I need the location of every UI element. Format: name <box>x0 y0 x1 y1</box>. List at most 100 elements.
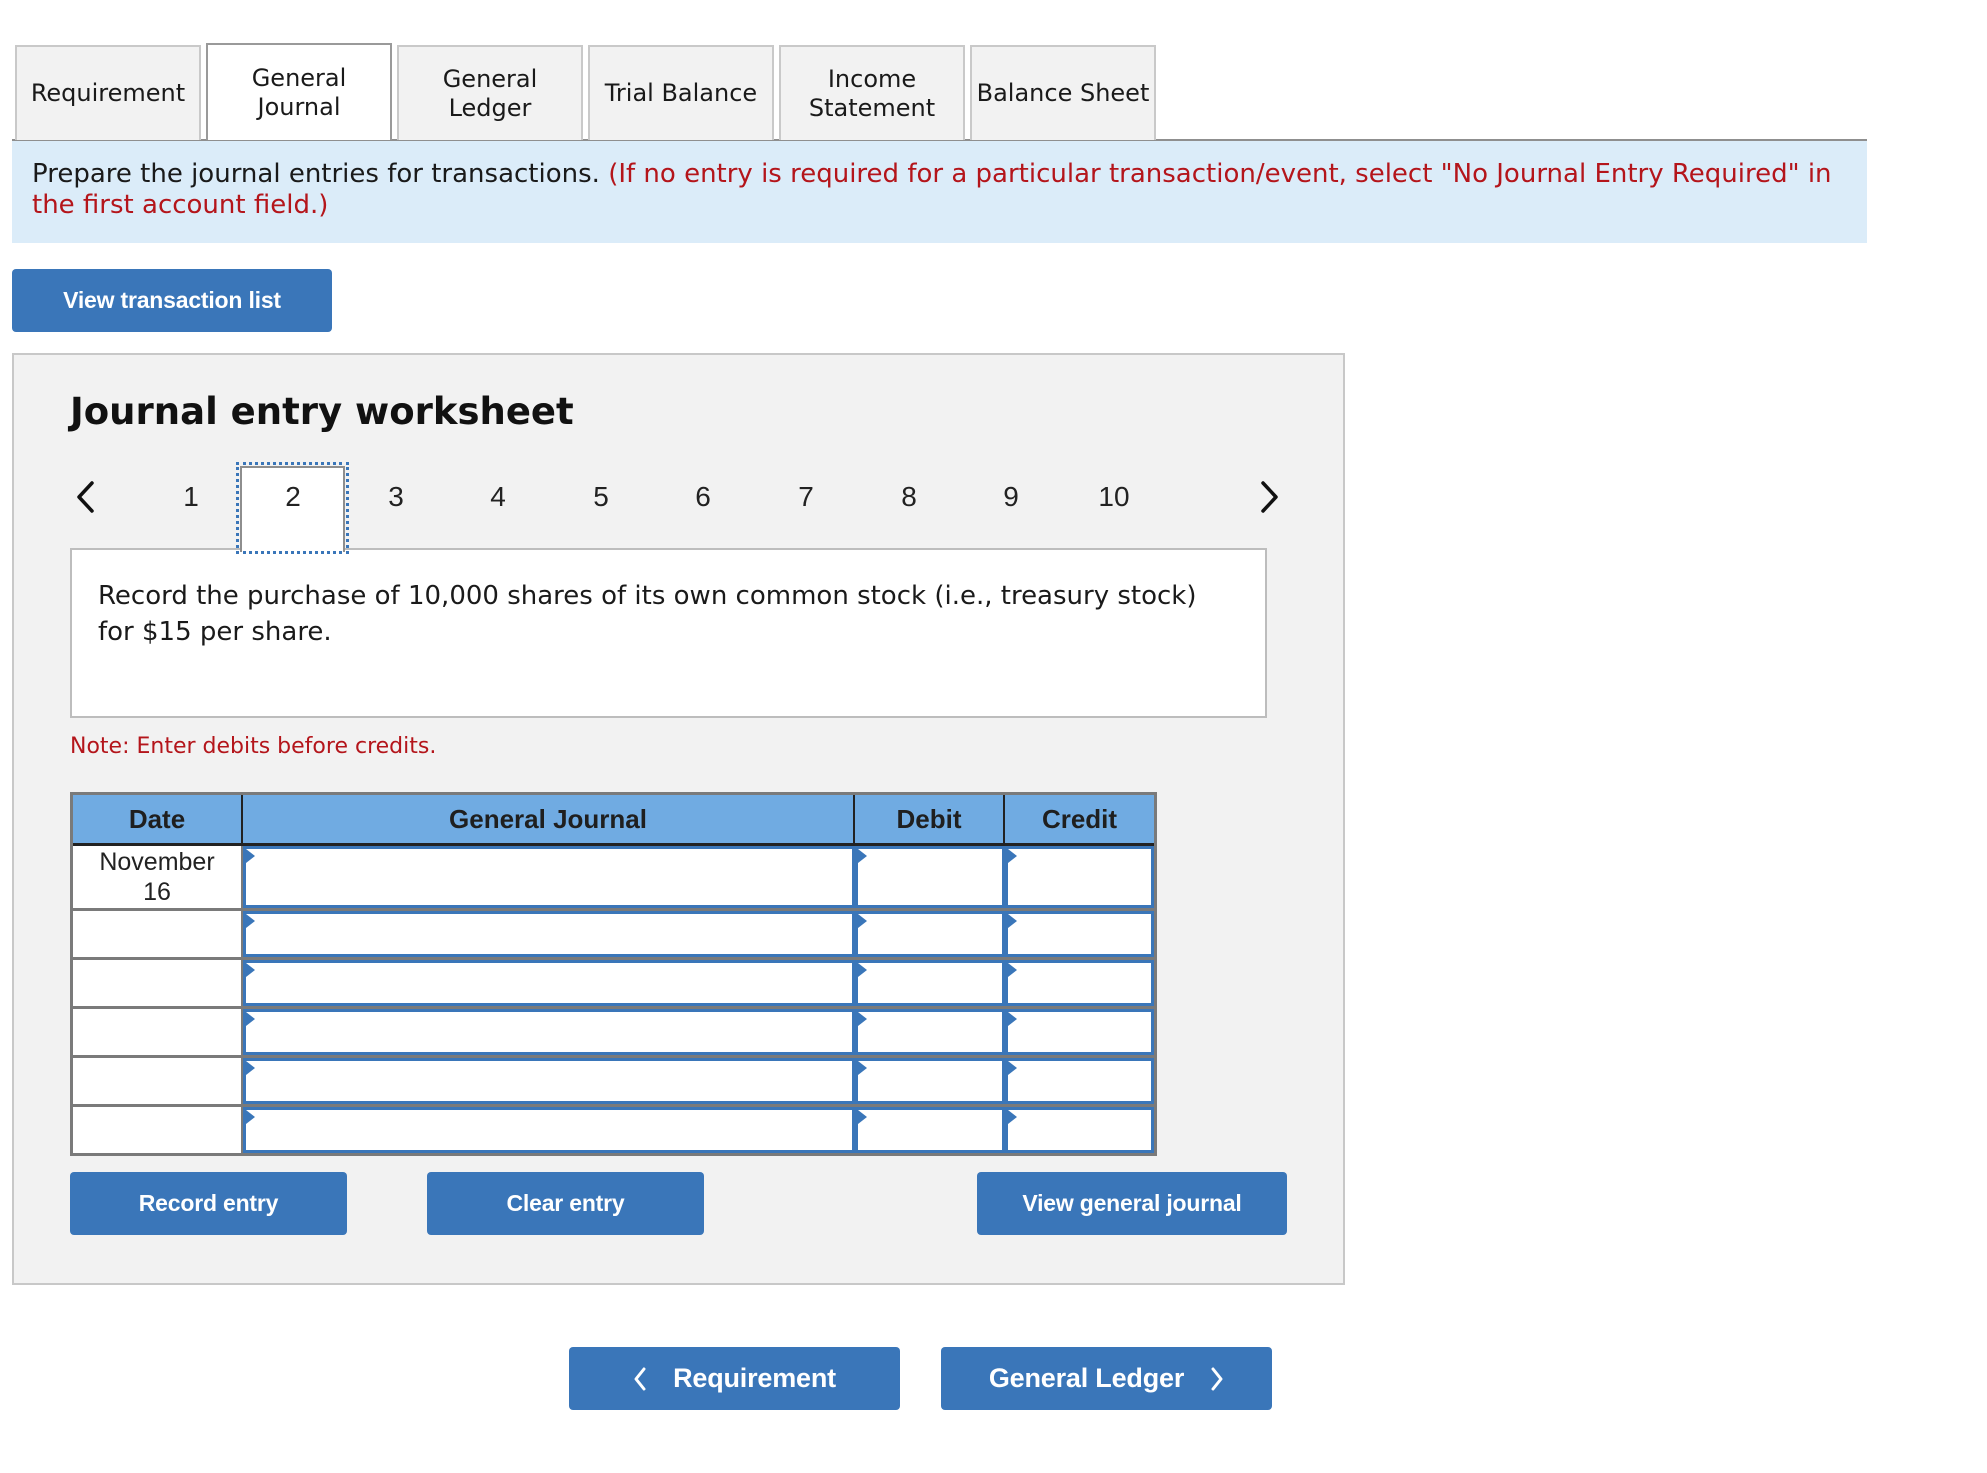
view-general-journal-button[interactable]: View general journal <box>977 1172 1287 1235</box>
prev-requirement-button[interactable]: Requirement <box>569 1347 900 1410</box>
table-row <box>73 1055 1154 1104</box>
tab-label: General Ledger <box>442 64 538 122</box>
tab-label: Income Statement <box>808 64 936 122</box>
date-cell: November 16 <box>73 846 243 908</box>
dropdown-indicator-icon <box>858 914 867 928</box>
account-input[interactable] <box>246 1110 852 1150</box>
account-input-cell <box>243 1058 855 1104</box>
tab-general-ledger[interactable]: General Ledger <box>397 45 583 140</box>
table-row <box>73 957 1154 1006</box>
dropdown-indicator-icon <box>246 849 255 863</box>
dropdown-indicator-icon <box>858 849 867 863</box>
dropdown-indicator-icon <box>1008 1012 1017 1026</box>
record-entry-button[interactable]: Record entry <box>70 1172 347 1235</box>
clear-entry-button[interactable]: Clear entry <box>427 1172 704 1235</box>
tab-general-journal[interactable]: General Journal <box>206 43 392 140</box>
dropdown-indicator-icon <box>858 963 867 977</box>
tab-trial-balance[interactable]: Trial Balance <box>588 45 774 140</box>
credit-input-cell <box>1005 1107 1154 1153</box>
chevron-left-icon <box>77 481 94 513</box>
pager-page-4[interactable]: 4 <box>468 470 528 524</box>
account-input[interactable] <box>246 963 852 1003</box>
credit-input-cell <box>1005 1009 1154 1055</box>
next-button-label: General Ledger <box>988 1363 1185 1393</box>
tab-balance-sheet[interactable]: Balance Sheet <box>970 45 1156 140</box>
tab-label: General Journal <box>251 63 347 121</box>
tab-income-statement[interactable]: Income Statement <box>779 45 965 140</box>
pager-prev-button[interactable] <box>70 475 100 519</box>
credit-input-cell <box>1005 911 1154 957</box>
chevron-right-icon <box>1210 1367 1224 1391</box>
dropdown-indicator-icon <box>858 1061 867 1075</box>
pager-page-8[interactable]: 8 <box>879 470 939 524</box>
account-input[interactable] <box>246 1012 852 1052</box>
account-input[interactable] <box>246 1061 852 1101</box>
chevron-right-icon <box>1261 481 1278 513</box>
debit-input[interactable] <box>858 1061 1002 1101</box>
credit-input[interactable] <box>1008 1061 1151 1101</box>
pager-page-9[interactable]: 9 <box>981 470 1041 524</box>
pager-page-5[interactable]: 5 <box>571 470 631 524</box>
date-cell <box>73 960 243 1006</box>
dropdown-indicator-icon <box>1008 1061 1017 1075</box>
credit-input-cell <box>1005 846 1154 908</box>
transaction-description: Record the purchase of 10,000 shares of … <box>70 548 1267 718</box>
debit-input[interactable] <box>858 963 1002 1003</box>
column-header-date: Date <box>73 795 243 843</box>
tab-requirement[interactable]: Requirement <box>15 45 201 140</box>
date-cell <box>73 911 243 957</box>
account-input-cell <box>243 1107 855 1153</box>
pager-page-10[interactable]: 10 <box>1084 470 1144 524</box>
credit-input[interactable] <box>1008 914 1151 954</box>
pager-page-1[interactable]: 1 <box>161 470 221 524</box>
date-cell <box>73 1058 243 1104</box>
pager-page-2[interactable]: 2 <box>263 470 323 524</box>
chevron-left-icon <box>633 1367 647 1391</box>
table-header-row: Date General Journal Debit Credit <box>73 795 1154 846</box>
date-cell <box>73 1009 243 1055</box>
credit-input[interactable] <box>1008 963 1151 1003</box>
tab-label: Balance Sheet <box>976 79 1150 107</box>
table-row: November 16 <box>73 846 1154 908</box>
debit-input-cell <box>855 1009 1005 1055</box>
debit-input-cell <box>855 960 1005 1006</box>
account-input-cell <box>243 911 855 957</box>
table-row <box>73 908 1154 957</box>
next-general-ledger-button[interactable]: General Ledger <box>941 1347 1272 1410</box>
credit-input[interactable] <box>1008 1110 1151 1150</box>
credit-input[interactable] <box>1008 1012 1151 1052</box>
dropdown-indicator-icon <box>246 963 255 977</box>
view-transaction-list-button[interactable]: View transaction list <box>12 269 332 332</box>
debit-input[interactable] <box>858 1012 1002 1052</box>
account-input-cell <box>243 1009 855 1055</box>
table-row <box>73 1104 1154 1153</box>
tab-label: Requirement <box>30 79 186 107</box>
debit-input[interactable] <box>858 849 1002 905</box>
dropdown-indicator-icon <box>1008 1110 1017 1124</box>
account-input[interactable] <box>246 849 852 905</box>
column-header-credit: Credit <box>1041 803 1118 834</box>
credit-input-cell <box>1005 1058 1154 1104</box>
column-header-debit: Debit <box>855 795 1005 843</box>
pager-page-3[interactable]: 3 <box>366 470 426 524</box>
debit-input[interactable] <box>858 1110 1002 1150</box>
credit-input[interactable] <box>1008 849 1151 905</box>
dropdown-indicator-icon <box>246 1110 255 1124</box>
pager-page-6[interactable]: 6 <box>673 470 733 524</box>
dropdown-indicator-icon <box>1008 914 1017 928</box>
dropdown-indicator-icon <box>246 1012 255 1026</box>
tab-label: Trial Balance <box>604 79 758 107</box>
account-input-cell <box>243 960 855 1006</box>
table-body: November 16 <box>73 846 1154 1153</box>
column-header-general-journal: General Journal <box>243 795 855 843</box>
dropdown-indicator-icon <box>246 914 255 928</box>
debit-input[interactable] <box>858 914 1002 954</box>
dropdown-indicator-icon <box>1008 849 1017 863</box>
pager-page-7[interactable]: 7 <box>776 470 836 524</box>
pager-next-button[interactable] <box>1255 475 1285 519</box>
debits-before-credits-note: Note: Enter debits before credits. <box>70 734 437 759</box>
debit-input-cell <box>855 1058 1005 1104</box>
worksheet-title: Journal entry worksheet <box>70 390 574 433</box>
account-input-cell <box>243 846 855 908</box>
account-input[interactable] <box>246 914 852 954</box>
